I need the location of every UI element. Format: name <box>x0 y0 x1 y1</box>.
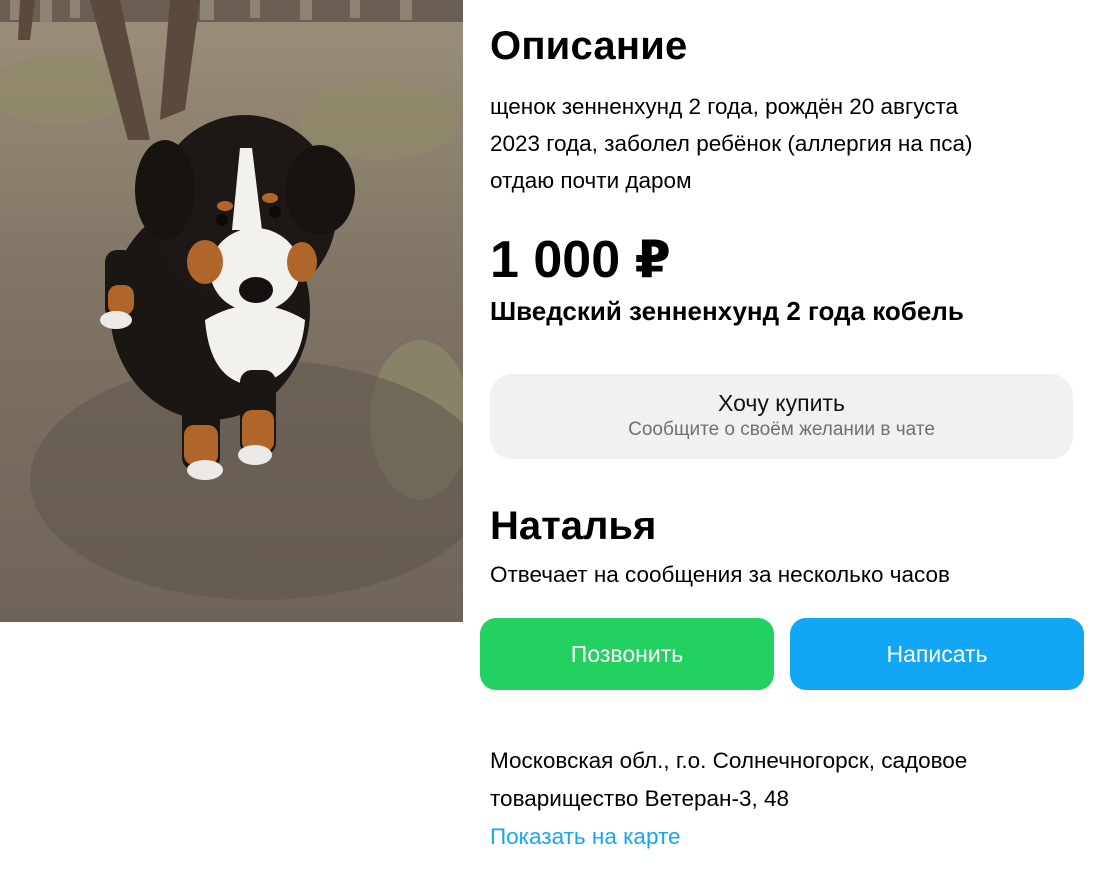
want-to-buy-button[interactable]: Хочу купить Сообщите о своём желании в ч… <box>490 374 1073 459</box>
address-line: Московская обл., г.о. Солнечногорск, сад… <box>490 748 968 773</box>
address: Московская обл., г.о. Солнечногорск, сад… <box>490 742 1080 818</box>
dog-photo-illustration <box>0 0 463 622</box>
show-on-map-link[interactable]: Показать на карте <box>490 818 681 856</box>
description-heading: Описание <box>490 24 688 68</box>
description-line: отдаю почти даром <box>490 168 692 193</box>
seller-response-time: Отвечает на сообщения за несколько часов <box>490 562 950 587</box>
listing-photo[interactable] <box>0 0 463 622</box>
address-line: товарищество Ветеран-3, 48 <box>490 786 789 811</box>
listing-title: Шведский зенненхунд 2 года кобель <box>490 296 964 326</box>
description-line: щенок зенненхунд 2 года, рождён 20 авгус… <box>490 94 959 119</box>
want-to-buy-sublabel: Сообщите о своём желании в чате <box>628 419 935 440</box>
description-line: 2023 года, заболел ребёнок (аллергия на … <box>490 131 973 156</box>
seller-name[interactable]: Наталья <box>490 502 656 550</box>
want-to-buy-label: Хочу купить <box>718 390 845 416</box>
description-text: щенок зенненхунд 2 года, рождён 20 авгус… <box>490 88 1060 199</box>
write-message-button[interactable]: Написать <box>790 618 1084 690</box>
price: 1 000 ₽ <box>490 231 671 289</box>
call-button[interactable]: Позвонить <box>480 618 774 690</box>
